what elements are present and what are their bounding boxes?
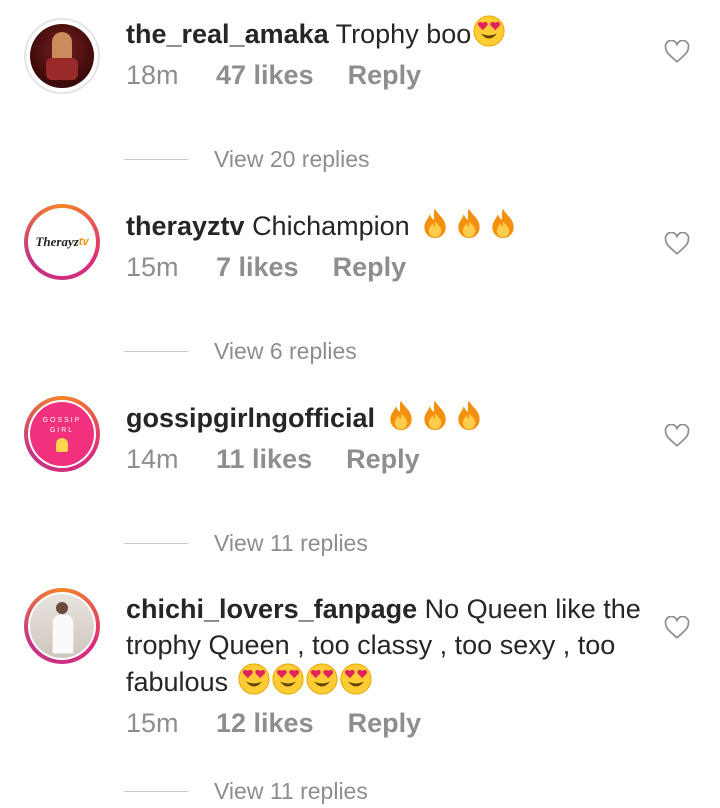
heart-eyes-emoji-icon [340,663,372,704]
comment-time: 18m [126,60,179,90]
view-replies-link[interactable]: View 6 replies [124,338,357,365]
comment-body: trophy Queen , too classy , too sexy , t… [126,630,616,660]
view-replies-label: View 11 replies [214,530,368,556]
heart-eyes-emoji-icon [473,15,505,56]
fire-emoji-icon [453,399,485,440]
like-heart-icon[interactable] [664,424,690,448]
comment-time: 14m [126,444,179,474]
fire-emoji-icon [453,207,485,248]
divider [124,159,188,160]
comment-body: No Queen like the [424,594,641,624]
view-replies-label: View 20 replies [214,146,370,172]
divider [124,791,188,792]
avatar[interactable]: GOSSIP GIRL [24,396,100,472]
story-ring: Therayz tv [24,204,100,280]
avatar[interactable] [24,18,100,94]
reply-button[interactable]: Reply [346,444,420,475]
heart-eyes-emoji-icon [272,663,304,704]
comment-meta: 14m 11 likes Reply [126,444,420,475]
comment-meta: 18m 47 likes Reply [126,60,421,91]
comment-time: 15m [126,708,179,738]
fire-emoji-icon [385,399,417,440]
divider [124,543,188,544]
comment-username[interactable]: chichi_lovers_fanpage [126,594,417,624]
comment-username[interactable]: gossipgirlngofficial [126,403,375,433]
like-heart-icon[interactable] [664,616,690,640]
comment-time: 15m [126,252,179,282]
avatar-photo [30,24,94,88]
comment-text: the_real_amaka Trophy boo [126,15,646,56]
comment-body: Chichampion [252,211,410,241]
comment-username[interactable]: therayztv [126,211,245,241]
view-replies-link[interactable]: View 20 replies [124,146,370,173]
comment-meta: 15m 12 likes Reply [126,708,421,739]
like-heart-icon[interactable] [664,40,690,64]
view-replies-label: View 6 replies [214,338,357,364]
divider [124,351,188,352]
like-heart-icon[interactable] [664,232,690,256]
reply-button[interactable]: Reply [348,60,422,91]
heart-eyes-emoji-icon [238,663,270,704]
view-replies-label: View 11 replies [214,778,368,804]
avatar[interactable] [24,588,100,664]
avatar-photo [30,594,94,658]
comment-text: therayztv Chichampion [126,207,646,248]
fire-emoji-icon [487,207,519,248]
fire-emoji-icon [419,207,451,248]
comment-meta: 15m 7 likes Reply [126,252,406,283]
likes-count[interactable]: 11 likes [216,444,312,475]
heart-eyes-emoji-icon [306,663,338,704]
comment-text: chichi_lovers_fanpage No Queen like the … [126,591,646,704]
likes-count[interactable]: 12 likes [216,708,314,739]
comment-body: fabulous [126,667,229,697]
avatar-logo: GOSSIP GIRL [30,402,94,466]
story-ring [24,588,100,664]
likes-count[interactable]: 7 likes [216,252,299,283]
avatar-logo-text: GOSSIP GIRL [42,417,82,434]
reply-button[interactable]: Reply [348,708,422,739]
comment-text: gossipgirlngofficial [126,399,646,440]
comment-username[interactable]: the_real_amaka [126,19,329,49]
avatar[interactable]: Therayz tv [24,204,100,280]
fire-emoji-icon [419,399,451,440]
view-replies-link[interactable]: View 11 replies [124,530,368,557]
avatar-logo-text: Therayz [35,234,79,249]
view-replies-link[interactable]: View 11 replies [124,778,368,805]
comment-body: Trophy boo [335,19,472,49]
likes-count[interactable]: 47 likes [216,60,314,91]
story-ring: GOSSIP GIRL [24,396,100,472]
reply-button[interactable]: Reply [333,252,407,283]
avatar-logo: Therayz tv [30,210,94,274]
